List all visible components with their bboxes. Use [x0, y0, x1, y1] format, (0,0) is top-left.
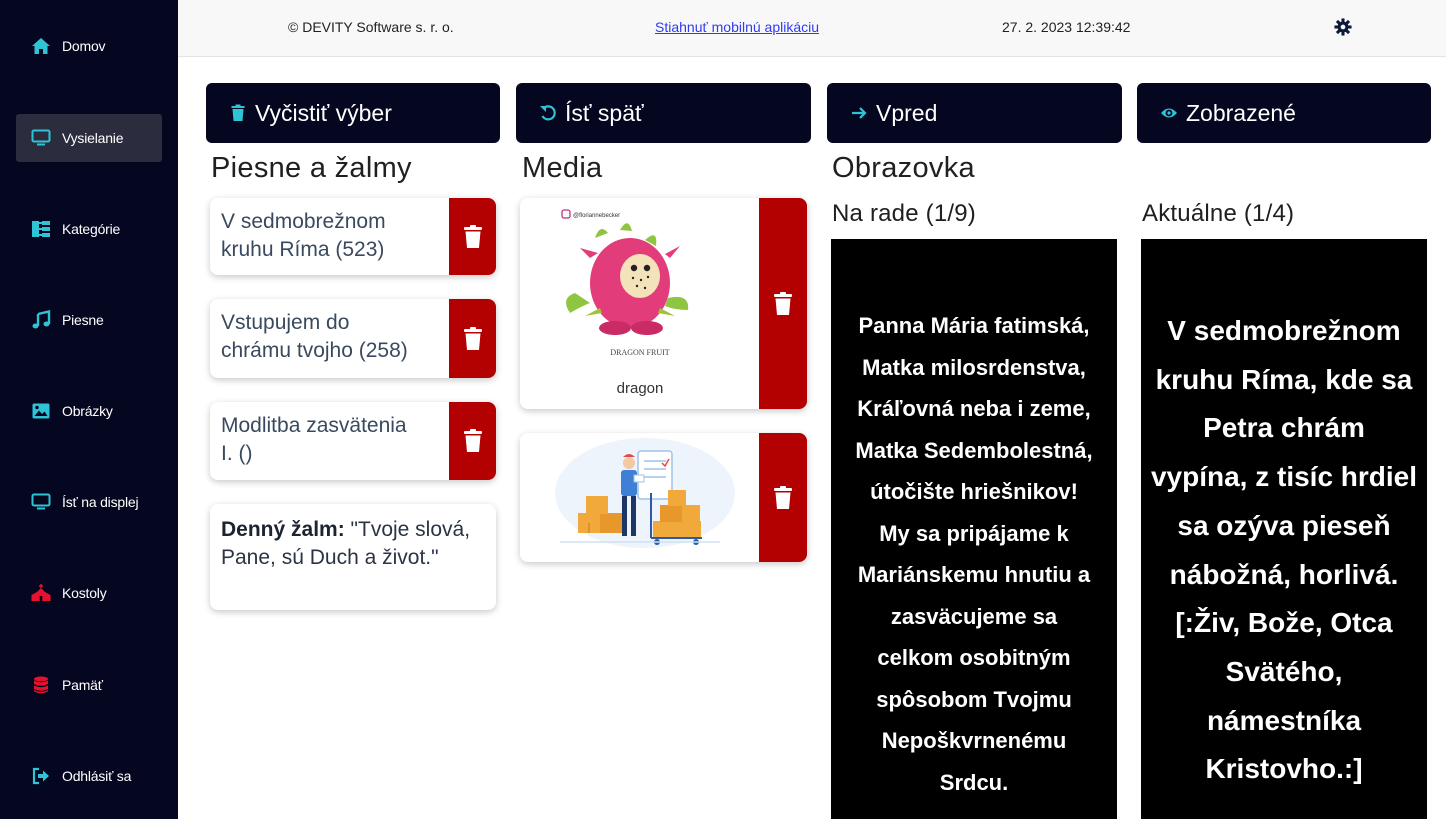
- sidebar-item-obrazky[interactable]: Obrázky: [16, 387, 162, 435]
- sidebar-item-piesne[interactable]: Piesne: [16, 296, 162, 344]
- forward-button[interactable]: Vpred: [827, 83, 1122, 143]
- trash-icon: [463, 429, 482, 452]
- arrow-right-icon: [850, 104, 868, 122]
- delete-song-button[interactable]: [449, 299, 496, 378]
- trash-icon: [463, 326, 482, 350]
- song-title: V sedmobrežnom kruhu Ríma (523): [221, 210, 386, 261]
- forward-label: Vpred: [876, 99, 938, 126]
- top-header: © DEVITY Software s. r. o. Stiahnuť mobi…: [178, 0, 1446, 57]
- download-mobile-app-link[interactable]: Stiahnuť mobilnú aplikáciu: [655, 19, 819, 35]
- trash-icon: [229, 104, 247, 122]
- sidebar-item-label: Kategórie: [62, 221, 121, 237]
- gear-icon[interactable]: [1334, 18, 1352, 36]
- monitor-icon: [31, 128, 51, 148]
- logout-icon: [31, 766, 51, 786]
- next-screen-text: Panna Mária fatimská, Matka milosrdenstv…: [855, 313, 1093, 795]
- trash-icon: [774, 485, 792, 509]
- sidebar-item-label: Kostoly: [62, 585, 107, 601]
- sidebar-item-label: Piesne: [62, 312, 104, 328]
- song-title: Modlitba zasvätenia I. (): [221, 414, 407, 465]
- sidebar-item-label: Ísť na displej: [62, 494, 139, 510]
- song-card[interactable]: Vstupujem do chrámu tvojho (258): [210, 299, 496, 378]
- song-card[interactable]: Modlitba zasvätenia I. (): [210, 402, 496, 480]
- go-back-label: Ísť späť: [565, 99, 644, 126]
- go-back-button[interactable]: Ísť späť: [516, 83, 811, 143]
- image-icon: [31, 401, 51, 421]
- image-handle-text: @floriannebecker: [573, 213, 620, 219]
- daily-psalm-card: Denný žalm: "Tvoje slová, Pane, sú Duch …: [210, 504, 496, 610]
- church-icon: [31, 583, 51, 603]
- delivery-illustration-image: [520, 433, 759, 562]
- home-icon: [31, 36, 51, 56]
- sidebar-item-label: Domov: [62, 38, 106, 54]
- song-card[interactable]: V sedmobrežnom kruhu Ríma (523): [210, 198, 496, 275]
- sidebar-item-pamat[interactable]: Pamäť: [16, 661, 162, 709]
- undo-icon: [539, 104, 557, 122]
- sitemap-icon: [31, 219, 51, 239]
- next-screen-preview: Panna Mária fatimská, Matka milosrdenstv…: [831, 239, 1117, 819]
- delete-media-button[interactable]: [759, 433, 807, 562]
- screen-column-title: Obrazovka: [832, 152, 975, 184]
- sidebar: Domov Vysielanie Kategórie Piesne Obrázk…: [0, 0, 178, 819]
- shown-button[interactable]: Zobrazené: [1137, 83, 1431, 143]
- image-caption-small: DRAGON FRUIT: [610, 348, 669, 357]
- trash-icon: [774, 291, 792, 315]
- media-card[interactable]: [520, 433, 807, 562]
- sidebar-item-label: Odhlásiť sa: [62, 768, 132, 784]
- next-up-label: Na rade (1/9): [832, 200, 976, 227]
- trash-icon: [463, 224, 482, 248]
- sidebar-item-label: Pamäť: [62, 677, 103, 693]
- shown-label: Zobrazené: [1186, 99, 1296, 126]
- music-icon: [31, 310, 51, 330]
- sidebar-item-kostoly[interactable]: Kostoly: [16, 569, 162, 617]
- eye-icon: [1160, 104, 1178, 122]
- sidebar-item-kategorie[interactable]: Kategórie: [16, 205, 162, 253]
- daily-psalm-label: Denný žalm:: [221, 518, 345, 541]
- sidebar-item-label: Vysielanie: [62, 130, 124, 146]
- sidebar-item-vysielanie[interactable]: Vysielanie: [16, 114, 162, 162]
- delete-media-button[interactable]: [759, 198, 807, 409]
- dragon-fruit-image: @floriannebecker DRAGON FRUIT dragon: [520, 198, 759, 409]
- delete-song-button[interactable]: [449, 198, 496, 275]
- media-caption: dragon: [617, 380, 664, 397]
- current-screen-preview: V sedmobrežnom kruhu Ríma, kde sa Petra …: [1141, 239, 1427, 819]
- database-icon: [31, 675, 51, 695]
- current-screen-text: V sedmobrežnom kruhu Ríma, kde sa Petra …: [1150, 315, 1418, 785]
- current-label: Aktuálne (1/4): [1142, 200, 1295, 227]
- datetime-display: 27. 2. 2023 12:39:42: [1002, 19, 1131, 35]
- media-column-title: Media: [522, 152, 603, 184]
- monitor-icon: [31, 492, 51, 512]
- songs-column-title: Piesne a žalmy: [211, 152, 412, 184]
- media-card[interactable]: @floriannebecker DRAGON FRUIT dragon: [520, 198, 807, 409]
- daily-psalm: Denný žalm: "Tvoje slová, Pane, sú Duch …: [221, 516, 491, 572]
- sidebar-item-domov[interactable]: Domov: [16, 22, 162, 70]
- clear-selection-label: Vyčistiť výber: [255, 99, 392, 126]
- song-title: Vstupujem do chrámu tvojho (258): [221, 311, 408, 362]
- sidebar-item-ist-na-displej[interactable]: Ísť na displej: [16, 478, 162, 526]
- delete-song-button[interactable]: [449, 402, 496, 480]
- sidebar-item-odhlasit-sa[interactable]: Odhlásiť sa: [16, 752, 162, 800]
- copyright-text: © DEVITY Software s. r. o.: [288, 19, 454, 35]
- clear-selection-button[interactable]: Vyčistiť výber: [206, 83, 500, 143]
- sidebar-item-label: Obrázky: [62, 403, 113, 419]
